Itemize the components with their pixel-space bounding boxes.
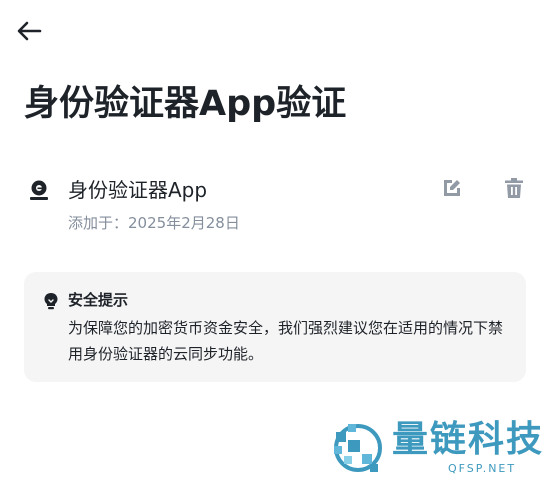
watermark-logo-icon (334, 424, 382, 472)
authenticator-app-page: 身份验证器App验证 身份验证器App 添加于：2025年2月28日 安全提示 … (0, 0, 550, 480)
notice-body: 为保障您的加密货币资金安全，我们强烈建议您在适用的情况下禁用身份验证器的云同步功… (68, 319, 504, 363)
added-label: 添加于： (68, 214, 129, 232)
authenticator-item: 身份验证器App 添加于：2025年2月28日 (28, 172, 528, 242)
page-title: 身份验证器App验证 (24, 84, 347, 124)
watermark-subtext: QFSP.NET (448, 462, 517, 475)
edit-icon (444, 180, 460, 196)
authenticator-name: 身份验证器App (68, 178, 208, 202)
trash-icon (505, 178, 523, 198)
watermark-text: 量链科技 (392, 419, 545, 460)
back-button[interactable] (14, 17, 44, 45)
watermark: 量链科技 QFSP.NET (328, 416, 550, 476)
edit-button[interactable] (440, 176, 464, 200)
authenticator-added-date: 添加于：2025年2月28日 (68, 212, 240, 234)
notice-title: 安全提示 (68, 291, 129, 309)
authenticator-icon (30, 180, 48, 200)
lightbulb-icon (44, 293, 58, 310)
added-date-value: 2025年2月28日 (128, 214, 240, 232)
security-notice-card: 安全提示 为保障您的加密货币资金安全，我们强烈建议您在适用的情况下禁用身份验证器… (24, 272, 526, 382)
arrow-left-icon (17, 21, 42, 41)
delete-button[interactable] (502, 176, 526, 200)
